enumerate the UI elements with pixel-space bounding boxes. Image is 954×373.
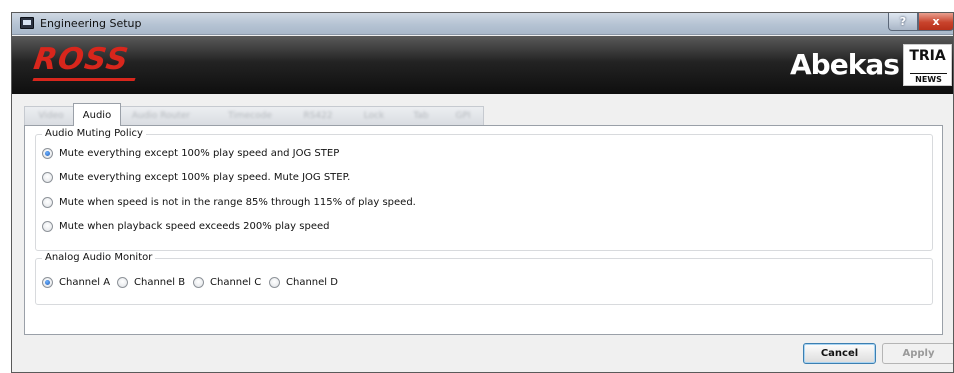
muting-radio-4[interactable]: [42, 221, 53, 232]
channel-b-label: Channel B: [134, 277, 186, 288]
muting-option-3[interactable]: Mute when speed is not in the range 85% …: [42, 197, 416, 208]
channel-a-label: Channel A: [59, 277, 111, 288]
muting-option-2[interactable]: Mute everything except 100% play speed. …: [42, 172, 350, 183]
tab-audio-router[interactable]: Audio Router: [128, 106, 194, 125]
muting-label-3: Mute when speed is not in the range 85% …: [59, 197, 416, 208]
tab-gpi[interactable]: GPI: [450, 106, 476, 125]
audio-muting-policy-title: Audio Muting Policy: [42, 128, 146, 139]
ross-logo: ROSS: [31, 42, 132, 77]
tab-tab[interactable]: Tab: [408, 106, 434, 125]
channel-d-radio[interactable]: [269, 277, 280, 288]
channel-b-option[interactable]: Channel B: [117, 277, 185, 288]
cancel-button[interactable]: Cancel: [803, 343, 876, 364]
tab-bar: Video Audio Audio Router Timecode RS422 …: [24, 103, 484, 126]
tab-rs422[interactable]: RS422: [299, 106, 337, 125]
channel-c-option[interactable]: Channel C: [193, 277, 261, 288]
brand-banner: ROSS Abekas TRIA NEWS: [12, 36, 953, 94]
muting-label-4: Mute when playback speed exceeds 200% pl…: [59, 221, 330, 232]
abekas-logo: Abekas: [790, 48, 900, 81]
news-label: NEWS: [910, 73, 947, 84]
muting-option-1[interactable]: Mute everything except 100% play speed a…: [42, 148, 339, 159]
help-button[interactable]: ?: [888, 13, 918, 31]
audio-muting-policy-group: Audio Muting Policy Mute everything exce…: [35, 128, 933, 251]
monitor-icon: [20, 17, 34, 29]
analog-audio-monitor-title: Analog Audio Monitor: [42, 252, 156, 263]
tab-audio[interactable]: Audio: [73, 103, 121, 126]
tab-timecode[interactable]: Timecode: [224, 106, 276, 125]
apply-button[interactable]: Apply: [882, 343, 953, 364]
ross-logo-underline: [32, 78, 136, 81]
close-button[interactable]: x: [918, 13, 953, 31]
tab-lock[interactable]: Lock: [359, 106, 389, 125]
channel-b-radio[interactable]: [117, 277, 128, 288]
muting-option-4[interactable]: Mute when playback speed exceeds 200% pl…: [42, 221, 330, 232]
engineering-setup-window: Engineering Setup ? x ROSS Abekas TRIA N…: [11, 12, 954, 373]
tab-video[interactable]: Video: [32, 106, 70, 125]
channel-a-option[interactable]: Channel A: [42, 277, 110, 288]
channel-d-option[interactable]: Channel D: [269, 277, 338, 288]
tria-news-badge: TRIA NEWS: [903, 44, 952, 86]
title-bar[interactable]: Engineering Setup ? x: [12, 13, 953, 35]
analog-audio-monitor-group: Analog Audio Monitor Channel A Channel B…: [35, 252, 933, 305]
channel-c-label: Channel C: [210, 277, 262, 288]
muting-label-2: Mute everything except 100% play speed. …: [59, 172, 351, 183]
channel-a-radio[interactable]: [42, 277, 53, 288]
audio-tab-panel: Audio Muting Policy Mute everything exce…: [24, 125, 943, 335]
window-title: Engineering Setup: [40, 17, 142, 30]
muting-radio-2[interactable]: [42, 172, 53, 183]
tria-label: TRIA: [909, 48, 946, 64]
channel-d-label: Channel D: [286, 277, 338, 288]
channel-c-radio[interactable]: [193, 277, 204, 288]
muting-radio-3[interactable]: [42, 197, 53, 208]
muting-label-1: Mute everything except 100% play speed a…: [59, 148, 340, 159]
muting-radio-1[interactable]: [42, 148, 53, 159]
